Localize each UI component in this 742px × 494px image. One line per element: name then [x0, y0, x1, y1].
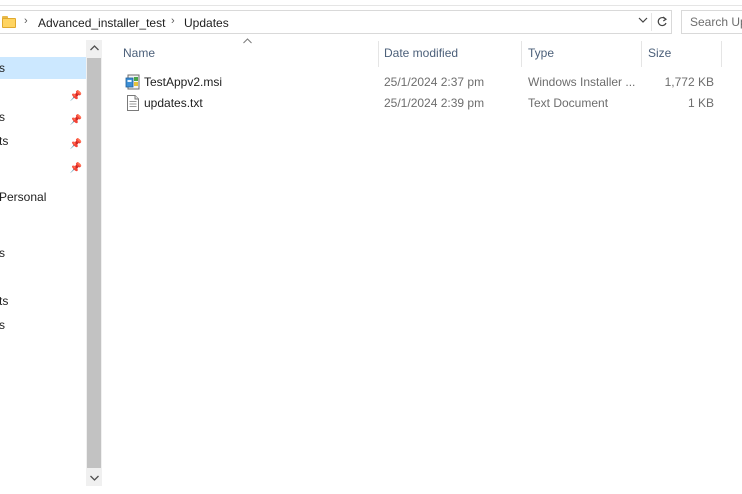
nav-item[interactable]: s [0, 242, 86, 264]
breadcrumb-chevron-icon[interactable]: › [24, 15, 28, 27]
pin-icon: 📌 [69, 139, 82, 150]
nav-item-selected[interactable]: s [0, 57, 86, 79]
breadcrumb-chevron-icon[interactable]: › [171, 15, 175, 27]
file-name[interactable]: updates.txt [144, 93, 203, 114]
file-size: 1,772 KB [664, 75, 714, 89]
pin-icon: 📌 [69, 163, 82, 174]
navigation-pane: s 📌 s 📌 ts 📌 📌 Personal s ts s [0, 40, 86, 494]
scroll-up-icon[interactable] [86, 40, 102, 57]
nav-item-label: s [0, 110, 5, 124]
nav-item[interactable]: ts [0, 290, 86, 312]
column-divider[interactable] [721, 41, 722, 67]
scroll-down-icon[interactable] [86, 470, 102, 487]
file-name[interactable]: TestAppv2.msi [144, 72, 222, 93]
nav-item-label: s [0, 61, 5, 75]
nav-item-label: ts [0, 134, 9, 148]
file-size: 1 KB [687, 96, 714, 110]
chevron-down-icon[interactable] [636, 15, 650, 29]
search-input[interactable] [682, 11, 742, 33]
msi-installer-icon [125, 74, 141, 90]
nav-item[interactable]: ts 📌 [0, 130, 86, 152]
file-row[interactable]: updates.txt 25/1/2024 2:39 pm Text Docum… [116, 93, 742, 114]
text-document-icon [125, 95, 141, 111]
column-header-size[interactable]: Size [641, 40, 721, 66]
nav-item-label: ts [0, 294, 9, 308]
nav-item-label: s [0, 246, 5, 260]
breadcrumb-item-advanced-installer-test[interactable]: Advanced_installer_test [38, 16, 165, 30]
file-type: Windows Installer ... [528, 75, 636, 89]
folder-icon [2, 16, 16, 28]
pin-icon: 📌 [69, 115, 82, 126]
breadcrumb-item-updates[interactable]: Updates [184, 16, 229, 30]
nav-item[interactable]: 📌 [0, 154, 86, 176]
pin-icon: 📌 [69, 91, 82, 102]
column-header-date-modified[interactable]: Date modified [377, 40, 521, 66]
nav-item-label: s [0, 318, 5, 332]
file-row[interactable]: TestAppv2.msi 25/1/2024 2:37 pm Windows … [116, 72, 742, 93]
nav-item[interactable]: 📌 [0, 82, 86, 104]
nav-item-label: Personal [0, 190, 47, 204]
column-header-type[interactable]: Type [521, 40, 641, 66]
file-date-modified: 25/1/2024 2:37 pm [384, 75, 485, 89]
search-box[interactable] [681, 10, 742, 34]
column-header-row: Name Date modified Type Size [116, 40, 742, 67]
scrollbar-thumb[interactable] [87, 58, 101, 468]
file-type: Text Document [528, 96, 609, 110]
column-header-name[interactable]: Name [116, 40, 378, 66]
refresh-icon[interactable] [651, 13, 671, 31]
nav-item[interactable]: s [0, 314, 86, 336]
file-date-modified: 25/1/2024 2:39 pm [384, 96, 485, 110]
window-top-edge [0, 0, 742, 6]
address-bar[interactable]: › Advanced_installer_test › Updates [0, 10, 672, 34]
nav-item[interactable]: s 📌 [0, 106, 86, 128]
window-bottom-edge [0, 486, 742, 494]
navigation-scrollbar[interactable] [86, 40, 102, 486]
nav-item-personal[interactable]: Personal [0, 186, 86, 208]
